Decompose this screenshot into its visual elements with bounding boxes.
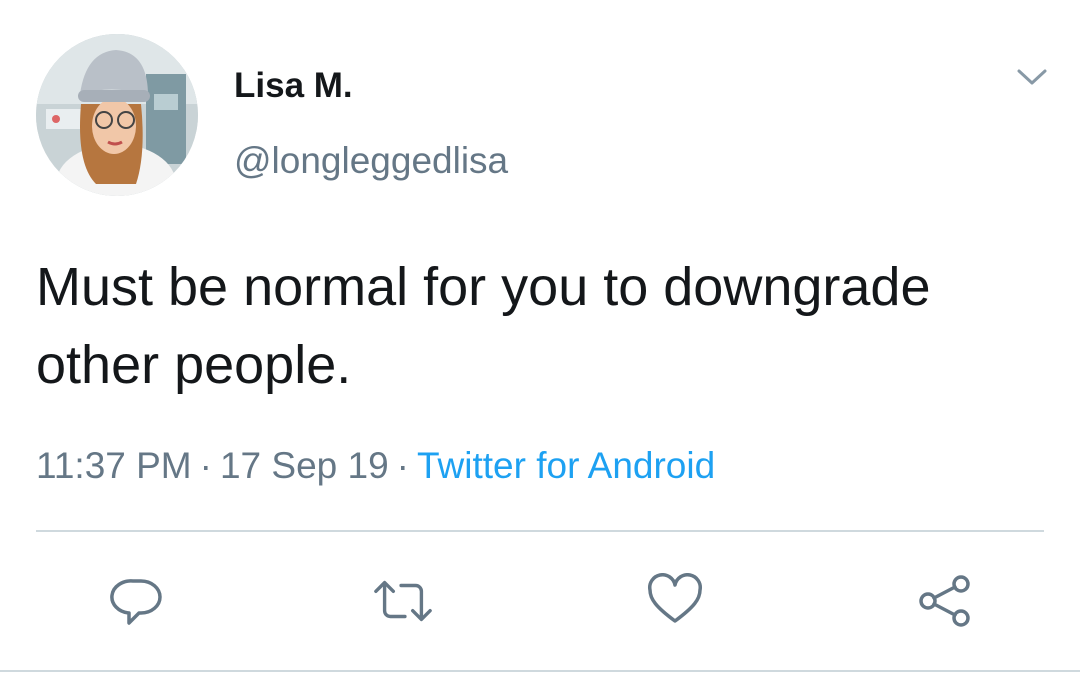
heart-icon (648, 573, 702, 623)
like-button[interactable] (644, 570, 706, 632)
meta-separator: · (396, 445, 409, 486)
tweet-metadata: 11:37 PM · 17 Sep 19 · Twitter for Android (36, 442, 715, 490)
tweet-text: Must be normal for you to downgrade othe… (36, 257, 931, 395)
user-handle[interactable]: @longleggedlisa (234, 140, 508, 182)
meta-separator: · (199, 445, 212, 486)
share-icon (919, 575, 970, 627)
avatar[interactable] (36, 34, 198, 196)
share-button[interactable] (914, 570, 976, 632)
tweet-source-link[interactable]: Twitter for Android (417, 445, 715, 486)
reply-button[interactable] (106, 570, 168, 632)
avatar-photo (36, 34, 198, 196)
tweet-date: 17 Sep 19 (219, 445, 389, 486)
tweet-menu-button[interactable] (1010, 60, 1054, 94)
tweet-card: Lisa M. @longleggedlisa Must be normal f… (0, 0, 1080, 680)
tweet-time: 11:37 PM (36, 445, 192, 486)
divider (0, 670, 1080, 672)
display-name[interactable]: Lisa M. (234, 66, 353, 106)
retweet-icon (374, 580, 432, 622)
divider (36, 530, 1044, 532)
retweet-button[interactable] (372, 570, 434, 632)
reply-icon (110, 579, 162, 625)
chevron-down-icon (1017, 69, 1047, 85)
